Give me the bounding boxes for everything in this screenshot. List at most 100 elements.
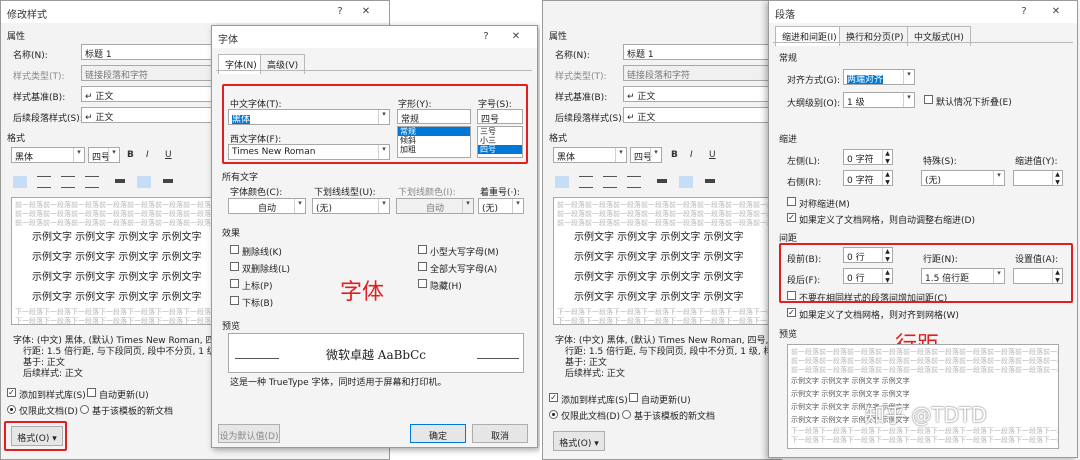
align-center-icon[interactable] [37, 176, 51, 188]
spinner-arrows-icon[interactable]: ▲ ▼ [882, 171, 892, 185]
indent-by-spinner[interactable]: ▲ ▼ [1013, 170, 1063, 186]
italic-button[interactable]: I [690, 150, 693, 160]
preview-before-3: 前一段落前一段落前一段落前一段落前一段落前一段落前一段落前一段落前一段落前一段落… [557, 219, 775, 227]
align-center-icon[interactable] [579, 176, 593, 188]
para-preview-sample-1: 示例文字 示例文字 示例文字 示例文字 [791, 377, 910, 385]
align-left-icon[interactable] [555, 176, 569, 188]
align-right-icon[interactable] [603, 176, 617, 188]
italic-button[interactable]: I [146, 150, 149, 160]
right-indent-spinner[interactable]: 0 字符 ▲ ▼ [843, 170, 893, 186]
allcaps-checkbox[interactable] [418, 262, 427, 271]
auto-right-checkbox[interactable]: ✓ [787, 213, 796, 222]
bold-button[interactable]: B [671, 150, 678, 160]
justify-icon[interactable] [627, 176, 641, 188]
special-label: 特殊(S): [923, 157, 957, 167]
follow-label: 后续段落样式(S): [555, 114, 625, 124]
font-select[interactable]: 黑体 ▾ [553, 147, 627, 163]
smallcaps-checkbox[interactable] [418, 245, 427, 254]
font-preview-text: 微软卓越 AaBbCc [325, 348, 427, 362]
color-select[interactable]: 自动 ▾ [228, 198, 306, 214]
underline-button[interactable]: U [165, 150, 172, 160]
tab-font[interactable]: 字体(N) [218, 54, 264, 74]
template-radio[interactable] [622, 410, 631, 419]
one-half-space-icon[interactable] [137, 176, 151, 188]
follow-field[interactable]: ↵ 正文 [623, 107, 773, 123]
size-select[interactable]: 四号 ▾ [88, 147, 120, 163]
tab-line-page-breaks[interactable]: 换行和分页(P) [839, 26, 911, 46]
help-button[interactable]: ? [477, 29, 495, 45]
tab-advanced[interactable]: 高级(V) [260, 54, 306, 74]
one-half-space-icon[interactable] [679, 176, 693, 188]
style-preview: 前一段落前一段落前一段落前一段落前一段落前一段落前一段落前一段落前一段落前一段落… [553, 197, 775, 325]
close-button[interactable]: ✕ [1047, 4, 1065, 20]
name-label: 名称(N): [13, 51, 48, 61]
special-select[interactable]: (无) ▾ [921, 170, 1005, 186]
name-field[interactable]: 标题 1 [623, 44, 773, 60]
add-gallery-checkbox[interactable]: ✓ [549, 393, 558, 402]
justify-icon[interactable] [85, 176, 99, 188]
close-button[interactable]: ✕ [357, 4, 375, 20]
preview-sample-1: 示例文字 示例文字 示例文字 示例文字 [32, 232, 202, 243]
single-space-icon[interactable] [115, 179, 125, 183]
underline-select[interactable]: (无) ▾ [312, 198, 390, 214]
font-select[interactable]: 黑体 ▾ [11, 147, 85, 163]
spinner-arrows-icon[interactable]: ▲ ▼ [1052, 171, 1062, 185]
auto-update-label: 自动更新(U) [641, 396, 691, 406]
left-indent-spinner[interactable]: 0 字符 ▲ ▼ [843, 149, 893, 165]
mirror-checkbox[interactable] [787, 197, 796, 206]
type-field: 链接段落和字符 [81, 65, 221, 81]
underline-button[interactable]: U [709, 150, 716, 160]
collapsed-checkbox[interactable] [924, 95, 933, 104]
base-field[interactable]: ↵ 正文 [623, 86, 773, 102]
double-strike-label: 双删除线(L) [242, 265, 291, 275]
size-select[interactable]: 四号 ▾ [630, 147, 662, 163]
add-gallery-checkbox[interactable]: ✓ [7, 388, 16, 397]
set-default-button[interactable]: 设为默认值(D) [218, 424, 280, 443]
follow-field[interactable]: ↵ 正文 [81, 107, 221, 123]
para-preview: 前一段落前一段落前一段落前一段落前一段落前一段落前一段落前一段落前一段落前一段落… [787, 344, 1059, 449]
ok-button[interactable]: 确定 [410, 424, 466, 443]
subscript-checkbox[interactable] [230, 296, 239, 305]
align-value: 两端对齐 [847, 75, 884, 85]
single-space-icon[interactable] [657, 179, 667, 183]
name-field[interactable]: 标题 1 [81, 44, 221, 60]
only-doc-radio[interactable] [7, 405, 16, 414]
help-button[interactable]: ? [1015, 4, 1033, 20]
base-field[interactable]: ↵ 正文 [81, 86, 221, 102]
superscript-checkbox[interactable] [230, 279, 239, 288]
preview-sample-4: 示例文字 示例文字 示例文字 示例文字 [574, 292, 744, 303]
auto-update-checkbox[interactable] [629, 393, 638, 402]
hidden-label: 隐藏(H) [430, 282, 462, 292]
format-highlight [4, 421, 67, 451]
close-button[interactable]: ✕ [507, 29, 525, 45]
format-menu-button[interactable]: 格式(O) ▾ [553, 431, 605, 451]
template-radio[interactable] [80, 405, 89, 414]
para-preview-before-1: 前一段落前一段落前一段落前一段落前一段落前一段落前一段落前一段落前一段落前一段落… [791, 348, 1058, 356]
preview-sample-2: 示例文字 示例文字 示例文字 示例文字 [32, 252, 202, 263]
bold-button[interactable]: B [127, 150, 134, 160]
only-doc-radio[interactable] [549, 410, 558, 419]
tab-chinese-typography[interactable]: 中文版式(H) [907, 26, 971, 46]
double-space-icon[interactable] [705, 179, 715, 183]
outline-select[interactable]: 1 级 ▾ [843, 92, 915, 108]
double-space-icon[interactable] [163, 179, 173, 183]
preview-before-1: 前一段落前一段落前一段落前一段落前一段落前一段落前一段落前一段落前一段落前一段落… [557, 201, 775, 209]
auto-update-checkbox[interactable] [87, 388, 96, 397]
align-left-icon[interactable] [13, 176, 27, 188]
double-strike-checkbox[interactable] [230, 262, 239, 271]
cancel-button[interactable]: 取消 [472, 424, 528, 443]
underline-color-select: 自动 ▾ [396, 198, 474, 214]
outline-label: 大纲级别(O): [787, 99, 841, 109]
snap-grid-checkbox[interactable]: ✓ [787, 308, 796, 317]
align-select[interactable]: 两端对齐 ▾ [843, 69, 915, 85]
type-label: 样式类型(T): [13, 72, 65, 82]
spinner-arrows-icon[interactable]: ▲ ▼ [882, 150, 892, 164]
emphasis-select[interactable]: (无) ▾ [478, 198, 524, 214]
tab-indent-spacing[interactable]: 缩进和间距(I) [775, 26, 844, 46]
help-button[interactable]: ? [331, 4, 349, 20]
hidden-checkbox[interactable] [418, 279, 427, 288]
chevron-down-icon: ▾ [294, 199, 305, 213]
preview-header: 预览 [779, 330, 798, 340]
strike-checkbox[interactable] [230, 245, 239, 254]
align-right-icon[interactable] [61, 176, 75, 188]
